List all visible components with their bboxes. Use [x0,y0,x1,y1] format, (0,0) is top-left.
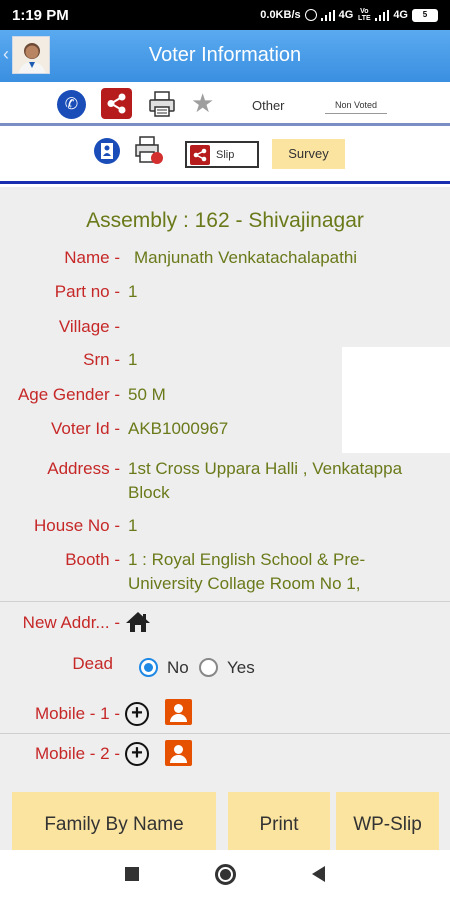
network-type-1: 4G [338,9,354,21]
status-time: 1:19 PM [12,6,69,24]
mobile-1-label: Mobile - 1 - [34,704,120,723]
house-no-value: 1 [128,516,138,535]
srn-label: Srn - [83,350,120,369]
contact-picker-2-icon[interactable] [165,740,192,766]
volte-icon: Vo LTE [357,8,371,22]
share-icon [190,144,210,165]
booth-value: 1 : Royal English School & Pre-Universit… [128,550,366,593]
star-icon[interactable]: ★ [191,88,214,119]
dead-yes-radio[interactable] [199,658,218,677]
net-speed: 0.0KB/s [260,9,301,21]
dead-no-label: No [167,658,189,677]
status-icons: 0.0KB/s 4G Vo LTE 4G 5 [260,8,438,22]
add-mobile-1-icon[interactable]: + [125,702,149,726]
app-header: ‹ Voter Information [0,30,450,82]
signal-icon-2 [375,9,390,21]
voter-id-value: AKB1000967 [128,419,229,438]
status-bar: 1:19 PM 0.0KB/s 4G Vo LTE 4G 5 [0,0,450,30]
dead-yes-label: Yes [227,658,255,677]
toolbar-secondary: Slip Survey [0,126,450,184]
wp-slip-button[interactable]: WP-Slip [336,792,439,850]
alarm-icon [304,9,317,21]
home-icon[interactable] [125,611,151,633]
signal-icon [320,9,335,21]
battery-icon: 5 [412,8,438,22]
age-gender-label: Age Gender - [17,385,120,404]
survey-button[interactable]: Survey [272,139,345,169]
other-label: Other [252,98,285,113]
slip-label: Slip [216,148,235,161]
part-no-value: 1 [128,282,138,301]
printer-icon[interactable] [148,90,176,118]
add-mobile-2-icon[interactable]: + [125,742,149,766]
name-label: Name - [64,248,120,267]
mobile-2-label: Mobile - 2 - [34,744,120,763]
voter-card-icon[interactable] [93,137,121,165]
print-button[interactable]: Print [228,792,330,850]
photo-placeholder [342,347,450,453]
voter-id-label: Voter Id - [51,419,120,438]
contact-picker-1-icon[interactable] [165,699,192,725]
back-icon[interactable] [312,866,325,882]
family-by-name-button[interactable]: Family By Name [12,792,216,850]
dead-no-radio[interactable] [139,658,158,677]
print-slip-icon[interactable] [134,135,164,165]
name-value: Manjunath Venkatachalapathi [134,248,358,267]
toolbar-primary: ✆ ★ Other Non Voted [0,82,450,126]
voter-details: Assembly : 162 - Shivajinagar Name - Man… [0,187,450,850]
address-value: 1st Cross Uppara Halli , Venkatappa Bloc… [128,459,403,502]
new-address-label: New Addr... - [22,613,120,632]
assembly-title: Assembly : 162 - Shivajinagar [86,209,364,232]
slip-share-button[interactable]: Slip [185,141,259,168]
page-title: Voter Information [148,44,302,66]
booth-label: Booth - [65,550,120,569]
srn-value: 1 [128,350,138,369]
divider [0,601,450,602]
network-type-2: 4G [393,9,408,21]
part-no-label: Part no - [54,282,120,301]
age-gender-value: 50 M [128,385,166,404]
dead-label: Dead [72,654,113,673]
system-nav-bar [0,850,450,900]
address-label: Address - [47,459,120,478]
village-label: Village - [58,317,120,336]
house-no-label: House No - [34,516,120,535]
voted-status-select[interactable]: Non Voted [325,96,387,114]
divider [0,733,450,734]
home-nav-icon[interactable] [215,864,236,885]
share-icon[interactable] [101,88,132,119]
phone-icon[interactable]: ✆ [57,90,86,119]
recents-icon[interactable] [125,867,139,881]
